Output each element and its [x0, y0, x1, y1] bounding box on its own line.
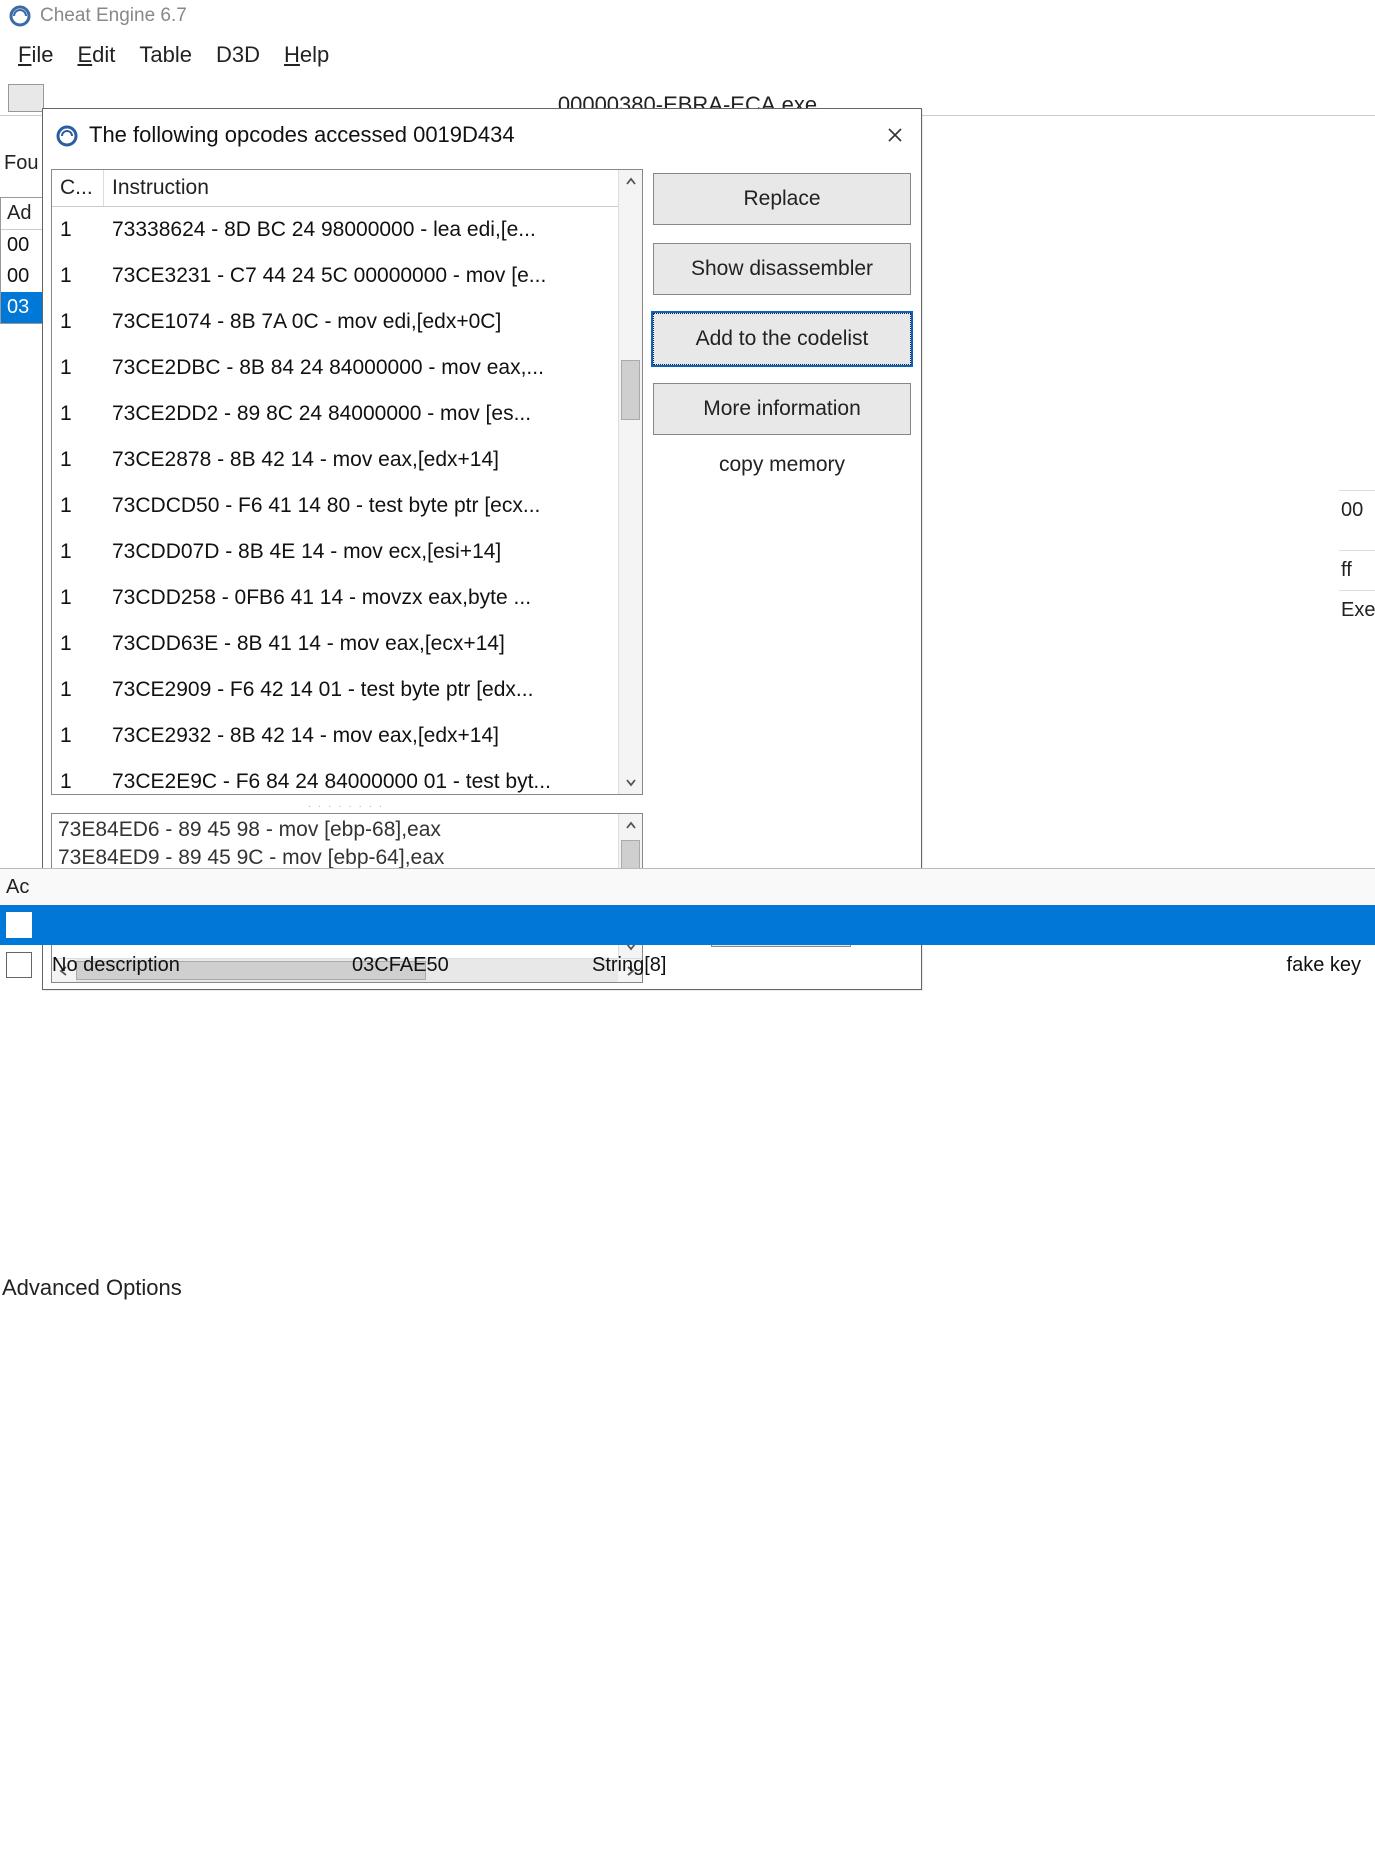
opcode-count: 1: [52, 534, 104, 570]
replace-button[interactable]: Replace: [653, 173, 911, 225]
row-address[interactable]: 03CFAE50: [352, 954, 592, 977]
opcode-row[interactable]: 173338624 - 8D BC 24 98000000 - lea edi,…: [52, 207, 618, 253]
opcode-list[interactable]: C... Instruction 173338624 - 8D BC 24 98…: [51, 169, 643, 795]
found-label: Fou: [0, 148, 48, 179]
menu-table[interactable]: Table: [139, 42, 192, 68]
advanced-options-button[interactable]: Advanced Options: [2, 1275, 182, 1301]
menu-file[interactable]: File: [18, 42, 53, 68]
active-checkbox[interactable]: [6, 912, 32, 938]
opcode-count: 1: [52, 350, 104, 386]
opcode-instruction: 73CE2878 - 8B 42 14 - mov eax,[edx+14]: [104, 442, 618, 478]
copy-memory-label[interactable]: copy memory: [653, 453, 911, 477]
col-count-header[interactable]: C...: [52, 170, 104, 206]
opcode-instruction: 73338624 - 8D BC 24 98000000 - lea edi,[…: [104, 212, 618, 248]
active-checkbox[interactable]: [6, 952, 32, 978]
dialog-icon: [55, 122, 79, 148]
address-row[interactable]: 00: [1, 261, 47, 292]
row-value[interactable]: fake key: [792, 954, 1369, 977]
opcode-count: 1: [52, 580, 104, 616]
main-titlebar: Cheat Engine 6.7: [0, 0, 1375, 32]
opcode-count: 1: [52, 212, 104, 248]
opcode-row[interactable]: 173CDCD50 - F6 41 14 80 - test byte ptr …: [52, 483, 618, 529]
opcode-row[interactable]: 173CDD63E - 8B 41 14 - mov eax,[ecx+14]: [52, 621, 618, 667]
more-information-button[interactable]: More information: [653, 383, 911, 435]
opcode-count: 1: [52, 672, 104, 708]
opcode-row[interactable]: 173CE2909 - F6 42 14 01 - test byte ptr …: [52, 667, 618, 713]
opcode-count: 1: [52, 258, 104, 294]
cheat-table-row[interactable]: No description 03CFAE50 String[8] fake k…: [0, 945, 1375, 985]
opcode-instruction: 73CE2E9C - F6 84 24 84000000 01 - test b…: [104, 764, 618, 794]
opcode-count: 1: [52, 396, 104, 432]
menu-edit[interactable]: Edit: [77, 42, 115, 68]
opcode-row[interactable]: 173CE3231 - C7 44 24 5C 00000000 - mov […: [52, 253, 618, 299]
opcode-row[interactable]: 173CE2DBC - 8B 84 24 84000000 - mov eax,…: [52, 345, 618, 391]
opcode-row[interactable]: 173CE2878 - 8B 42 14 - mov eax,[edx+14]: [52, 437, 618, 483]
scroll-thumb[interactable]: [621, 360, 640, 420]
opcode-count: 1: [52, 488, 104, 524]
found-panel: Fou Ad 00 00 03: [0, 148, 48, 324]
cheat-table-header[interactable]: Ac: [0, 869, 1375, 905]
add-to-codelist-button[interactable]: Add to the codelist: [653, 313, 911, 365]
opcode-instruction: 73CE2DBC - 8B 84 24 84000000 - mov eax,.…: [104, 350, 618, 386]
right-frag-row: 00: [1339, 490, 1375, 530]
opcode-count: 1: [52, 442, 104, 478]
opcode-scrollbar[interactable]: [618, 170, 642, 794]
disasm-line[interactable]: 73E84ED6 - 89 45 98 - mov [ebp-68],eax: [58, 816, 612, 844]
right-panel-fragment: 00 ff Exe: [1339, 400, 1375, 630]
opcode-instruction: 73CE2DD2 - 89 8C 24 84000000 - mov [es..…: [104, 396, 618, 432]
opcode-row[interactable]: 173CE2932 - 8B 42 14 - mov eax,[edx+14]: [52, 713, 618, 759]
right-frag-row: ff: [1339, 550, 1375, 590]
scroll-down-icon[interactable]: [619, 770, 642, 794]
opcode-list-header[interactable]: C... Instruction: [52, 170, 618, 207]
open-process-button[interactable]: [8, 84, 44, 112]
scroll-up-icon[interactable]: [619, 814, 642, 838]
address-list[interactable]: Ad 00 00 03: [0, 197, 48, 324]
opcode-instruction: 73CE2909 - F6 42 14 01 - test byte ptr […: [104, 672, 618, 708]
menu-d3d[interactable]: D3D: [216, 42, 260, 68]
opcode-instruction: 73CDD258 - 0FB6 41 14 - movzx eax,byte .…: [104, 580, 618, 616]
opcode-count: 1: [52, 718, 104, 754]
opcode-instruction: 73CDD07D - 8B 4E 14 - mov ecx,[esi+14]: [104, 534, 618, 570]
menu-help[interactable]: Help: [284, 42, 329, 68]
cheat-table: Ac No description 03CFAE50 String[8] fak…: [0, 868, 1375, 985]
address-row[interactable]: 03: [1, 292, 47, 323]
splitter-handle[interactable]: · · · · · · · ·: [51, 801, 641, 811]
opcode-instruction: 73CDD63E - 8B 41 14 - mov eax,[ecx+14]: [104, 626, 618, 662]
address-header[interactable]: Ad: [1, 198, 47, 230]
opcodes-dialog: The following opcodes accessed 0019D434 …: [42, 108, 922, 990]
scroll-up-icon[interactable]: [619, 170, 642, 194]
opcode-instruction: 73CE1074 - 8B 7A 0C - mov edi,[edx+0C]: [104, 304, 618, 340]
row-type[interactable]: String[8]: [592, 954, 792, 977]
show-disassembler-button[interactable]: Show disassembler: [653, 243, 911, 295]
opcode-row[interactable]: 173CE2DD2 - 89 8C 24 84000000 - mov [es.…: [52, 391, 618, 437]
app-title: Cheat Engine 6.7: [40, 5, 187, 27]
opcode-instruction: 73CE3231 - C7 44 24 5C 00000000 - mov [e…: [104, 258, 618, 294]
right-frag-row: Exe: [1339, 590, 1375, 630]
menubar: File Edit Table D3D Help: [0, 32, 1375, 80]
app-icon: [8, 4, 32, 28]
col-active-header[interactable]: Ac: [6, 876, 66, 899]
opcode-row[interactable]: 173CDD07D - 8B 4E 14 - mov ecx,[esi+14]: [52, 529, 618, 575]
opcode-count: 1: [52, 304, 104, 340]
row-description[interactable]: No description: [52, 954, 352, 977]
opcode-row[interactable]: 173CE2E9C - F6 84 24 84000000 01 - test …: [52, 759, 618, 794]
col-instruction-header[interactable]: Instruction: [104, 170, 618, 206]
opcode-instruction: 73CDCD50 - F6 41 14 80 - test byte ptr […: [104, 488, 618, 524]
cheat-table-row[interactable]: [0, 905, 1375, 945]
opcode-row[interactable]: 173CE1074 - 8B 7A 0C - mov edi,[edx+0C]: [52, 299, 618, 345]
address-row[interactable]: 00: [1, 230, 47, 261]
opcode-instruction: 73CE2932 - 8B 42 14 - mov eax,[edx+14]: [104, 718, 618, 754]
opcode-count: 1: [52, 764, 104, 794]
dialog-title: The following opcodes accessed 0019D434: [89, 122, 515, 148]
opcode-count: 1: [52, 626, 104, 662]
opcode-row[interactable]: 173CDD258 - 0FB6 41 14 - movzx eax,byte …: [52, 575, 618, 621]
dialog-titlebar[interactable]: The following opcodes accessed 0019D434: [43, 109, 921, 161]
close-button[interactable]: [881, 121, 909, 149]
